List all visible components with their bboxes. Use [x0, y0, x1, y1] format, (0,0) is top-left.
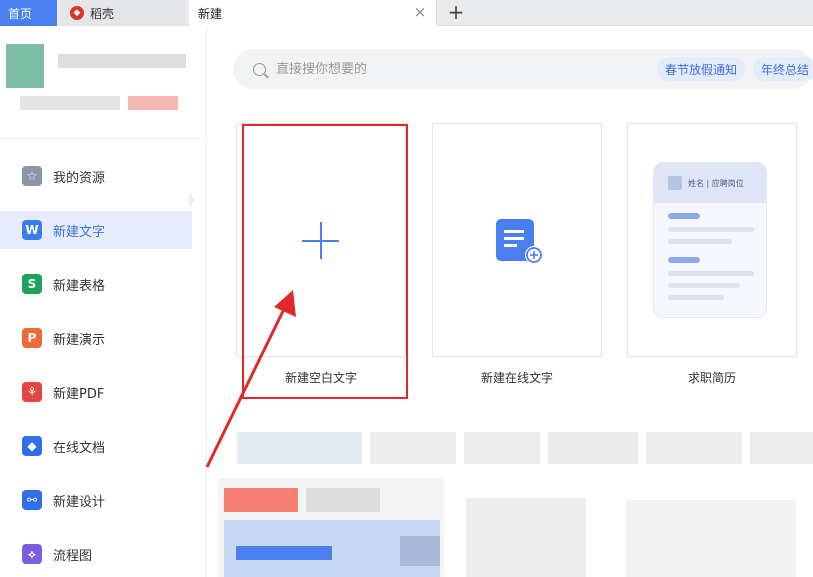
- user-icon: [668, 176, 682, 190]
- sidebar-item-label: 我的资源: [53, 170, 106, 186]
- sidebar-item-label: 新建演示: [53, 332, 106, 348]
- spreadsheet-icon: S: [22, 274, 42, 294]
- sidebar-item-label: 新建表格: [53, 278, 106, 294]
- sidebar-item-new-pdf[interactable]: ⚘ 新建PDF: [0, 373, 192, 411]
- tab-new[interactable]: 新建 ×: [189, 0, 437, 26]
- sidebar-item-my-resources[interactable]: ☆ 我的资源: [0, 157, 192, 195]
- close-icon[interactable]: ×: [413, 5, 427, 20]
- tab-bar: 首页 ◆ 稻壳 新建 × +: [0, 0, 813, 26]
- blurred-badge: [128, 96, 178, 110]
- tab-daoke-label: 稻壳: [90, 6, 115, 21]
- sidebar-item-label: 新建文字: [53, 224, 106, 240]
- online-doc-icon: [496, 219, 543, 264]
- design-icon: ⚯: [22, 490, 42, 510]
- user-profile[interactable]: [0, 26, 207, 139]
- avatar: [6, 44, 44, 88]
- tab-home[interactable]: 首页: [0, 0, 57, 26]
- sidebar-item-label: 新建设计: [53, 494, 106, 510]
- resume-header: 姓名 | 应聘岗位: [654, 163, 766, 203]
- search-chip-year-end[interactable]: 年终总结: [753, 57, 813, 81]
- tab-new-label: 新建: [198, 6, 223, 21]
- active-indicator: [189, 193, 195, 207]
- blurred-text: [20, 96, 120, 110]
- tab-home-label: 首页: [8, 6, 33, 21]
- search-bar[interactable]: 春节放假通知 年终总结: [233, 49, 813, 89]
- plus-icon: [320, 222, 322, 259]
- daoke-logo-icon: ◆: [70, 6, 84, 20]
- sidebar-item-label: 流程图: [53, 548, 93, 564]
- search-input[interactable]: [276, 61, 626, 77]
- resume-thumbnail: 姓名 | 应聘岗位: [653, 162, 767, 318]
- sidebar-item-label: 新建PDF: [53, 386, 105, 402]
- pdf-icon: ⚘: [22, 382, 42, 402]
- sidebar-item-online-doc[interactable]: ◆ 在线文档: [0, 427, 192, 465]
- sidebar-item-label: 在线文档: [53, 440, 106, 456]
- search-chip-spring-festival[interactable]: 春节放假通知: [657, 57, 746, 81]
- tab-daoke[interactable]: ◆ 稻壳: [60, 0, 186, 26]
- writer-icon: W: [22, 220, 42, 240]
- sidebar-item-new-design[interactable]: ⚯ 新建设计: [0, 481, 192, 519]
- add-tab-button[interactable]: +: [446, 2, 466, 24]
- resume-label: 求职简历: [687, 371, 736, 385]
- resume-header-text: 姓名 | 应聘岗位: [688, 178, 744, 188]
- flowchart-icon: ⟡: [22, 544, 42, 564]
- star-icon: ☆: [22, 166, 42, 186]
- online-doc-icon: ◆: [22, 436, 42, 456]
- search-icon: [253, 62, 266, 76]
- sidebar-item-new-presentation[interactable]: P 新建演示: [0, 319, 192, 357]
- new-online-doc-label: 新建在线文字: [480, 371, 553, 385]
- sidebar-item-flowchart[interactable]: ⟡ 流程图: [0, 535, 192, 573]
- blurred-text: [58, 54, 186, 68]
- new-online-doc-card[interactable]: [432, 123, 602, 357]
- sidebar-item-new-spreadsheet[interactable]: S 新建表格: [0, 265, 192, 303]
- presentation-icon: P: [22, 328, 42, 348]
- sidebar-item-new-writer[interactable]: W 新建文字: [0, 211, 192, 249]
